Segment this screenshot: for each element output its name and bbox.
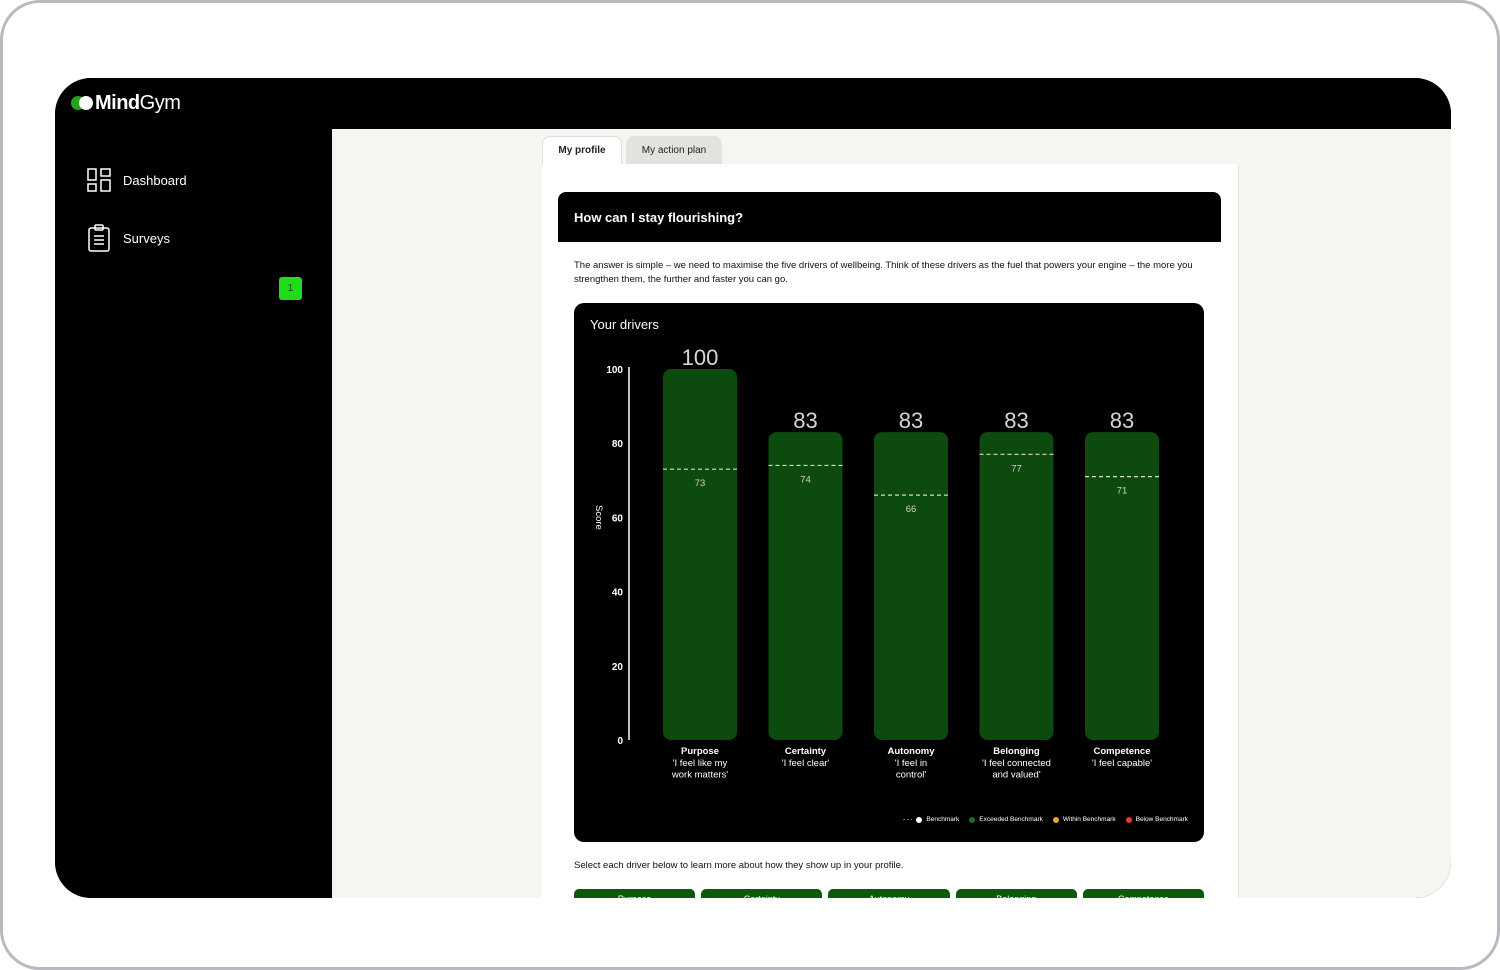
driver-button-row: Purpose Certainty Autonomy Belonging Compete…	[574, 889, 1205, 898]
tab-my-action-plan[interactable]: My action plan	[626, 136, 722, 164]
y-tick-label: 40	[612, 588, 624, 599]
section-heading: How can I stay flourishing?	[558, 192, 1221, 242]
sidebar-item-label: Dashboard	[123, 172, 187, 188]
legend-dot-icon	[1052, 816, 1059, 823]
category-subtitle: control'	[896, 770, 927, 781]
driver-button-autonomy[interactable]: Autonomy	[828, 889, 950, 898]
y-tick-label: 80	[612, 439, 624, 450]
device-frame: MindGym Dashboard Surveys 1 My profile M…	[0, 0, 1500, 970]
logo-mark-white	[79, 96, 93, 110]
bar-value-label: 100	[682, 345, 719, 370]
surveys-count-badge: 1	[279, 277, 302, 300]
chart-legend: - - - Benchmark Exceeded Benchmark Within B…	[903, 816, 1188, 823]
driver-button-certainty[interactable]: Certainty	[701, 889, 823, 898]
category-subtitle: 'I feel in	[895, 758, 927, 769]
y-tick-label: 20	[612, 662, 624, 673]
category-subtitle: 'I feel capable'	[1092, 758, 1152, 769]
bar-purpose	[663, 369, 737, 740]
category-subtitle: 'I feel clear'	[782, 758, 830, 769]
category-label: Belonging	[993, 746, 1040, 757]
legend-item: Below Benchmark	[1125, 816, 1188, 823]
category-subtitle: 'I feel connected	[982, 758, 1051, 769]
y-axis-title: Score	[593, 505, 604, 530]
top-bar: MindGym	[55, 78, 1451, 129]
y-tick-label: 60	[612, 513, 624, 524]
y-tick-label: 100	[606, 365, 623, 376]
category-label: Autonomy	[888, 746, 936, 757]
dashboard-icon	[87, 168, 111, 192]
mindgym-logo[interactable]: MindGym	[71, 90, 181, 116]
profile-card: How can I stay flourishing? The answer i…	[542, 164, 1239, 898]
driver-button-belonging[interactable]: Belonging	[955, 889, 1077, 898]
sidebar-item-surveys[interactable]: Surveys	[87, 223, 170, 253]
bar-value-label: 83	[793, 408, 817, 433]
category-subtitle: 'I feel like my	[673, 758, 728, 769]
legend-label: Benchmark	[926, 816, 960, 823]
bar-value-label: 83	[1110, 408, 1134, 433]
benchmark-value-label: 66	[906, 504, 917, 515]
legend-dash-icon: - - -	[903, 816, 913, 823]
intro-text: The answer is simple – we need to maximi…	[574, 260, 1193, 285]
legend-dot-icon	[969, 816, 976, 823]
sidebar-item-dashboard[interactable]: Dashboard	[87, 165, 187, 195]
driver-button-competence[interactable]: Competence	[1082, 889, 1205, 898]
category-subtitle: and valued'	[992, 770, 1040, 781]
logo-wordmark: MindGym	[95, 91, 181, 114]
bar-value-label: 83	[1004, 408, 1028, 433]
tab-my-profile[interactable]: My profile	[542, 136, 622, 164]
sidebar: Dashboard Surveys 1	[55, 129, 332, 898]
driver-button-purpose[interactable]: Purpose	[574, 889, 696, 898]
app-window: MindGym Dashboard Surveys 1 My profile M…	[55, 78, 1451, 898]
clipboard-icon	[88, 224, 110, 252]
drivers-bar-chart: 0 20 40 60 80 100 Score 100 73 Purpose'I feel lik…	[593, 345, 1159, 781]
legend-item: Within Benchmark	[1052, 816, 1116, 823]
legend-item: Exceeded Benchmark	[969, 816, 1043, 823]
legend-label: Within Benchmark	[1062, 816, 1116, 823]
category-label: Certainty	[785, 746, 827, 757]
legend-dot-icon	[916, 816, 923, 823]
benchmark-value-label: 74	[800, 474, 811, 485]
y-tick-label: 0	[617, 736, 623, 747]
select-driver-prompt: Select each driver below to learn more a…	[574, 860, 904, 871]
bar-value-label: 83	[899, 408, 923, 433]
main-content: My profile My action plan How can I stay…	[332, 129, 1451, 898]
benchmark-value-label: 71	[1117, 486, 1128, 497]
benchmark-value-label: 73	[695, 478, 706, 489]
legend-dot-icon	[1125, 816, 1132, 823]
legend-label: Below Benchmark	[1135, 816, 1188, 823]
bar-belonging	[979, 432, 1054, 740]
sidebar-item-label: Surveys	[123, 230, 170, 246]
category-label: Competence	[1093, 746, 1150, 757]
category-subtitle: work matters'	[671, 770, 728, 781]
category-label: Purpose	[681, 746, 719, 757]
legend-label: Exceeded Benchmark	[979, 816, 1043, 823]
benchmark-value-label: 77	[1011, 463, 1022, 474]
bar-competence	[1085, 432, 1159, 740]
bar-autonomy	[874, 432, 948, 740]
legend-item: - - - Benchmark	[903, 816, 959, 823]
drivers-chart-panel: Your drivers 0 20 40 60 80 100 Score 100 73 Purpo…	[574, 303, 1204, 842]
